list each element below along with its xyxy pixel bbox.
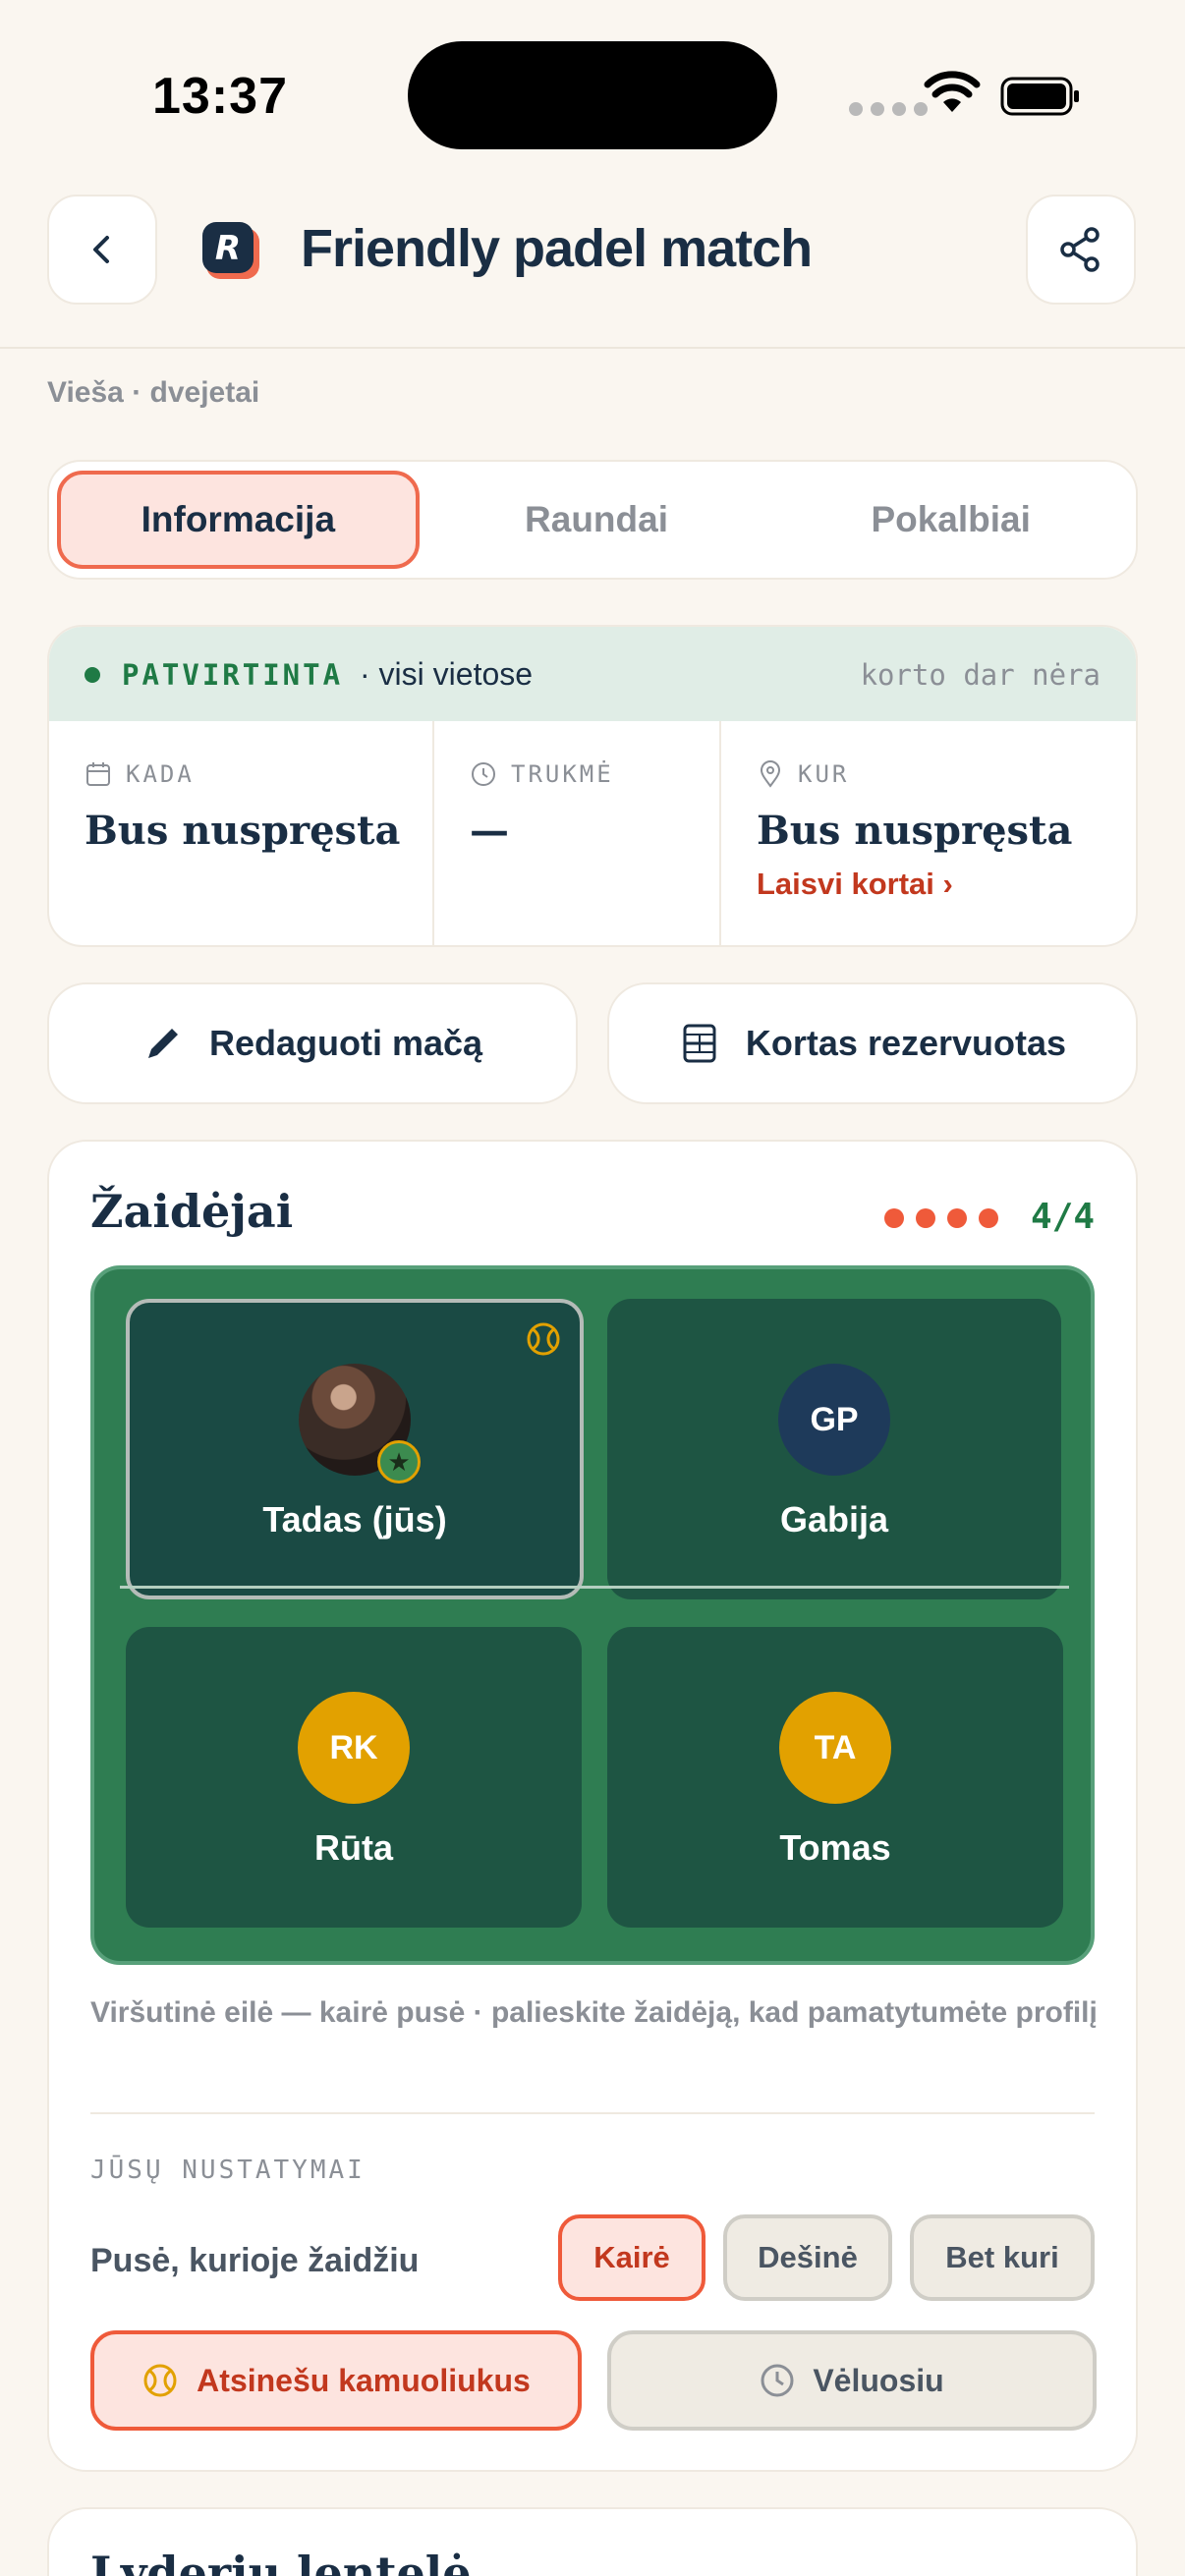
battery-icon — [1000, 77, 1079, 116]
when-value: Bus nuspręsta — [85, 808, 401, 854]
match-info-card: PATVIRTINTA · visi vietose korto dar nėr… — [47, 625, 1138, 947]
edit-match-button[interactable]: Redaguoti mačą — [47, 982, 578, 1104]
duration-column: TRUKMĖ — — [434, 721, 721, 945]
settings-label: JŪSŲ NUSTATYMAI — [90, 2156, 366, 2185]
running-late-label: Vėluosiu — [813, 2362, 944, 2398]
free-courts-link[interactable]: Laisvi kortai › — [757, 867, 953, 902]
tab-pokalbiai[interactable]: Pokalbiai — [773, 471, 1128, 569]
player-name: Tadas (jūs) — [262, 1499, 447, 1540]
match-subtitle: Vieša · dvejetai — [47, 376, 260, 409]
leaderboard-title: Lyderių lentelė — [90, 2547, 472, 2576]
side-option-left[interactable]: Kairė — [558, 2214, 705, 2301]
bring-balls-button[interactable]: Atsinešu kamuoliukus — [90, 2330, 582, 2431]
location-pin-icon — [760, 760, 781, 788]
share-button[interactable] — [1026, 195, 1136, 305]
calendar-icon — [86, 762, 110, 786]
page-title: Friendly padel match — [301, 219, 813, 278]
wifi-icon — [924, 71, 981, 112]
ball-icon — [143, 2364, 177, 2397]
side-option-any[interactable]: Bet kuri — [910, 2214, 1095, 2301]
status-time: 13:37 — [152, 68, 288, 125]
app-logo-icon: R — [202, 222, 259, 279]
court-booked-label: Kortas rezervuotas — [745, 1023, 1067, 1063]
player-name: Tomas — [779, 1827, 891, 1868]
duration-label-row: TRUKMĖ — [470, 760, 614, 788]
where-label: KUR — [798, 760, 850, 788]
status-label: PATVIRTINTA — [122, 658, 344, 692]
court-diagram: ★ Tadas (jūs) GP Gabija RK Rūta TA Tomas — [90, 1265, 1095, 1965]
ball-icon — [527, 1322, 560, 1356]
clock-icon — [472, 762, 495, 786]
tab-informacija[interactable]: Informacija — [57, 471, 420, 569]
players-card: Žaidėjai 4/4 ★ Tadas (jūs) GP Gabija RK … — [47, 1140, 1138, 2472]
section-divider — [90, 2112, 1095, 2114]
svg-text:R: R — [215, 229, 241, 268]
running-late-button[interactable]: Vėluosiu — [607, 2330, 1097, 2431]
back-button[interactable] — [47, 195, 157, 305]
court-icon — [683, 1024, 716, 1063]
clock-icon — [761, 2364, 794, 2397]
tab-raundai[interactable]: Raundai — [420, 471, 774, 569]
where-value: Bus nuspręsta — [757, 808, 1073, 854]
leaderboard-card: Lyderių lentelė — [47, 2507, 1138, 2576]
player-count: 4/4 — [1030, 1197, 1095, 1237]
avatar: GP — [778, 1364, 890, 1476]
when-label-row: KADA — [85, 760, 195, 788]
side-label: Pusė, kurioje žaidžiu — [90, 2242, 420, 2279]
chevron-left-icon — [93, 236, 109, 263]
player-count-dots — [884, 1208, 998, 1228]
pencil-icon — [147, 1029, 178, 1058]
edit-match-label: Redaguoti mačą — [208, 1023, 483, 1063]
status-dot — [85, 667, 100, 683]
where-column: KUR Bus nuspręsta Laisvi kortai › — [721, 721, 1136, 945]
court-note: korto dar nėra — [860, 658, 1100, 692]
status-bar: PATVIRTINTA · visi vietose korto dar nėr… — [49, 627, 1136, 721]
duration-value: — — [470, 808, 509, 854]
bring-balls-label: Atsinešu kamuoliukus — [197, 2362, 531, 2398]
player-slot-tadas[interactable]: ★ Tadas (jūs) — [126, 1299, 584, 1599]
player-slot-ruta[interactable]: RK Rūta — [126, 1627, 582, 1928]
where-label-row: KUR — [757, 760, 849, 788]
players-title: Žaidėjai — [90, 1185, 294, 1238]
tab-bar: Informacija Raundai Pokalbiai — [47, 460, 1138, 580]
header-divider — [0, 347, 1185, 349]
star-icon: ★ — [377, 1440, 421, 1484]
duration-label: TRUKMĖ — [511, 760, 614, 788]
avatar: RK — [298, 1692, 410, 1804]
court-net — [120, 1586, 1069, 1589]
side-option-right[interactable]: Dešinė — [723, 2214, 892, 2301]
share-icon — [1060, 227, 1100, 272]
when-column: KADA Bus nuspręsta — [49, 721, 434, 945]
signal-icon — [849, 102, 928, 116]
player-slot-gabija[interactable]: GP Gabija — [607, 1299, 1061, 1599]
player-name: Gabija — [779, 1499, 889, 1540]
court-booked-button[interactable]: Kortas rezervuotas — [607, 982, 1138, 1104]
court-hint: Viršutinė eilė — kairė pusė · palieskite… — [90, 1996, 1098, 2029]
dynamic-island — [408, 41, 777, 149]
when-label: KADA — [126, 760, 195, 788]
player-name: Rūta — [314, 1827, 393, 1868]
avatar-photo: ★ — [299, 1364, 421, 1484]
avatar: TA — [779, 1692, 891, 1804]
player-slot-tomas[interactable]: TA Tomas — [607, 1627, 1063, 1928]
status-extra: · visi vietose — [360, 656, 534, 692]
